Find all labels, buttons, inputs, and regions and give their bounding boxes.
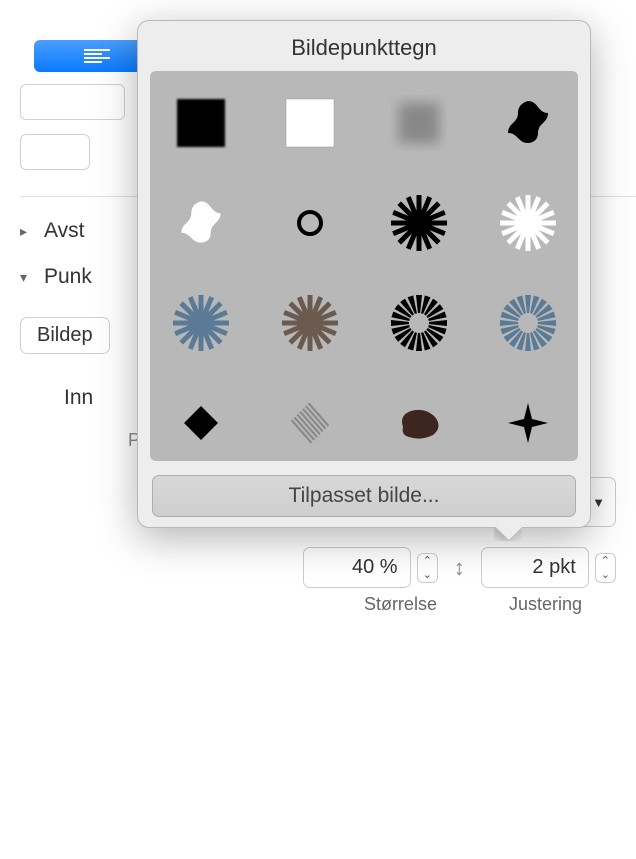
justering-field[interactable]: 2 pkt bbox=[481, 547, 589, 588]
size-stepper-arrows[interactable]: ⌃ ⌄ bbox=[417, 553, 438, 583]
stepper-down-icon[interactable]: ⌄ bbox=[596, 568, 615, 582]
bullet-blue-starburst[interactable] bbox=[167, 289, 235, 357]
bullet-white-starburst[interactable] bbox=[494, 189, 562, 257]
popover-arrow bbox=[494, 527, 522, 541]
popover-title: Bildepunkttegn bbox=[138, 21, 590, 71]
bullet-gray-square[interactable] bbox=[385, 89, 453, 157]
bullet-brown-blob[interactable] bbox=[385, 389, 453, 457]
stepper-up-icon[interactable]: ⌃ bbox=[418, 554, 437, 568]
stepper-up-icon[interactable]: ⌃ bbox=[596, 554, 615, 568]
chevron-right-icon: ▸ bbox=[20, 223, 34, 240]
bullet-blue-pinwheel[interactable] bbox=[494, 289, 562, 357]
custom-image-button[interactable]: Tilpasset bilde... bbox=[152, 475, 576, 517]
chevron-down-icon: ▼ bbox=[592, 495, 605, 510]
stepper-down-icon[interactable]: ⌄ bbox=[418, 568, 437, 582]
bullet-black-starburst[interactable] bbox=[385, 189, 453, 257]
bullet-sketch-diamond[interactable] bbox=[276, 389, 344, 457]
size-stepper[interactable]: 40 % ⌃ ⌄ bbox=[303, 547, 438, 588]
avstand-label: Avst bbox=[44, 219, 84, 243]
chevron-down-icon: ▾ bbox=[20, 269, 34, 286]
align-left-icon bbox=[82, 48, 112, 64]
link-icon: ↕ bbox=[454, 555, 465, 581]
bullet-white-quatrefoil[interactable] bbox=[167, 189, 235, 257]
bullet-ring[interactable] bbox=[276, 189, 344, 257]
size-field[interactable]: 40 % bbox=[303, 547, 411, 588]
bullet-black-square[interactable] bbox=[167, 89, 235, 157]
bullet-grid bbox=[150, 71, 578, 461]
bullet-image-popover: Bildepunkttegn bbox=[137, 20, 591, 528]
justering-label: Justering bbox=[509, 594, 582, 615]
justering-stepper[interactable]: 2 pkt ⌃ ⌄ bbox=[481, 547, 616, 588]
style-button-2[interactable] bbox=[20, 134, 90, 170]
style-button-1[interactable] bbox=[20, 84, 125, 120]
bullet-black-diamond[interactable] bbox=[167, 389, 235, 457]
size-label: Størrelse bbox=[364, 594, 437, 615]
bullet-black-quatrefoil[interactable] bbox=[494, 89, 562, 157]
bildepunkt-dropdown[interactable]: Bildep bbox=[20, 317, 110, 354]
bullet-black-sparkle[interactable] bbox=[494, 389, 562, 457]
bullet-white-square[interactable] bbox=[276, 89, 344, 157]
bullet-brown-starburst[interactable] bbox=[276, 289, 344, 357]
justering-stepper-arrows[interactable]: ⌃ ⌄ bbox=[595, 553, 616, 583]
punkt-label: Punk bbox=[44, 265, 92, 289]
bullet-black-pinwheel[interactable] bbox=[385, 289, 453, 357]
